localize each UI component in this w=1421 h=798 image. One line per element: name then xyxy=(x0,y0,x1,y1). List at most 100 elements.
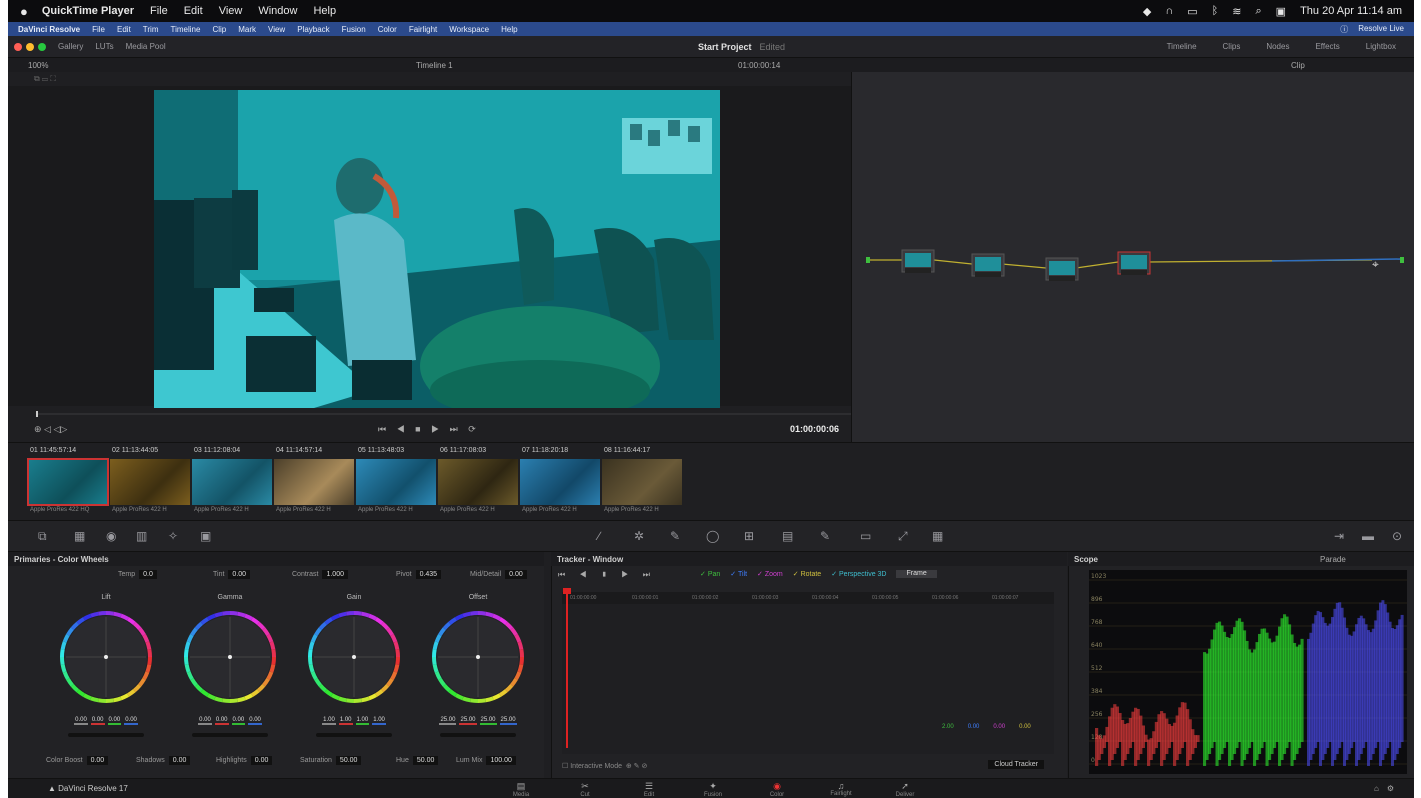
gamma-values[interactable]: 0.00 0.00 0.00 0.00 xyxy=(168,717,292,725)
pan-checkbox[interactable]: ✓ Pan xyxy=(700,570,720,578)
luts-button[interactable]: LUTs xyxy=(95,42,113,51)
interactive-mode-toggle[interactable]: ☐ Interactive Mode ⊕ ✎ ⊘ xyxy=(562,763,647,770)
close-window-button[interactable] xyxy=(14,42,22,51)
clip-thumbnail[interactable]: 06 11:17:08:03 Apple ProRes 422 H xyxy=(438,443,520,521)
playback-buttons[interactable]: ⏮ ◀ ■ ▶ ⏭ ⟳ xyxy=(378,424,480,435)
resolve-menu-view[interactable]: View xyxy=(268,25,285,34)
clip-thumbnail[interactable]: 08 11:16:44:17 Apple ProRes 422 H xyxy=(602,443,684,521)
info-icon[interactable]: ⓘ xyxy=(1340,24,1348,35)
display-icon[interactable]: ▭ xyxy=(1187,5,1197,18)
magic-mask-icon[interactable]: ▤ xyxy=(782,529,793,543)
gain-master-slider[interactable] xyxy=(316,733,392,737)
rotate-checkbox[interactable]: ✓ Rotate xyxy=(793,570,821,578)
resolve-menu-clip[interactable]: Clip xyxy=(212,25,226,34)
tracker-transport[interactable]: ⏮ ◀ ▮ ▶ ⏭ xyxy=(558,570,656,580)
tracker-graph[interactable] xyxy=(562,604,1054,754)
headphones-icon[interactable]: ∩ xyxy=(1165,5,1173,17)
control-center-icon[interactable]: ▣ xyxy=(1276,5,1286,18)
viewer-zoom[interactable]: 100% xyxy=(28,61,48,70)
lift-values[interactable]: 0.00 0.00 0.00 0.00 xyxy=(44,717,168,725)
blur-icon[interactable]: ✎ xyxy=(820,529,830,543)
clip-thumbnail[interactable]: 03 11:12:08:04 Apple ProRes 422 H xyxy=(192,443,274,521)
page-tab-edit[interactable]: ☰ Edit xyxy=(634,781,664,798)
nodes-button[interactable]: Nodes xyxy=(1266,42,1289,51)
clip-image[interactable] xyxy=(27,458,109,506)
clip-image[interactable] xyxy=(602,459,682,505)
spotlight-search-icon[interactable]: ⌕ xyxy=(1256,5,1262,18)
color-match-icon[interactable]: ▦ xyxy=(74,529,85,543)
page-tab-deliver[interactable]: ➚ Deliver xyxy=(890,781,920,798)
curves-icon[interactable]: ∕ xyxy=(598,529,600,543)
gain-wheel[interactable] xyxy=(292,607,416,709)
media-pool-button[interactable]: Media Pool xyxy=(126,42,166,51)
resolve-menu-color[interactable]: Color xyxy=(378,25,397,34)
clip-image[interactable] xyxy=(110,459,190,505)
gallery-button[interactable]: Gallery xyxy=(58,42,83,51)
color-boost-field[interactable]: Color Boost 0.00 xyxy=(46,756,109,765)
perspective-3d-checkbox[interactable]: ✓ Perspective 3D xyxy=(831,570,886,578)
clip-image[interactable] xyxy=(438,459,518,505)
offset-values[interactable]: 25.00 25.00 25.00 25.00 xyxy=(416,717,540,725)
clip-image[interactable] xyxy=(274,459,354,505)
app-menu-name[interactable]: QuickTime Player xyxy=(42,5,134,17)
clip-thumbnail[interactable]: 07 11:18:20:18 Apple ProRes 422 H xyxy=(520,443,602,521)
saturation-field[interactable]: Saturation 50.00 xyxy=(300,756,362,765)
metadata-icon[interactable]: ▬ xyxy=(1362,529,1374,543)
clip-thumbnail[interactable]: 04 11:14:57:14 Apple ProRes 422 H xyxy=(274,443,356,521)
camera-raw-icon[interactable]: ⧉ xyxy=(38,529,47,544)
cloud-tracker-select[interactable]: Cloud Tracker xyxy=(988,760,1044,769)
timeline-name[interactable]: Timeline 1 xyxy=(416,61,453,70)
page-tab-cut[interactable]: ✂ Cut xyxy=(570,781,600,798)
apple-icon[interactable]: ● xyxy=(20,4,28,19)
timeline-button[interactable]: Timeline xyxy=(1167,42,1197,51)
lum-mix-field[interactable]: Lum Mix 100.00 xyxy=(456,756,516,765)
page-tab-fusion[interactable]: ✦ Fusion xyxy=(698,781,728,798)
clip-thumbnail[interactable]: 05 11:13:48:03 Apple ProRes 422 H xyxy=(356,443,438,521)
effects-button[interactable]: Effects xyxy=(1315,42,1339,51)
resolve-menu-timeline[interactable]: Timeline xyxy=(171,25,201,34)
resolve-menu-trim[interactable]: Trim xyxy=(143,25,159,34)
clips-button[interactable]: Clips xyxy=(1223,42,1241,51)
gamma-master-slider[interactable] xyxy=(192,733,268,737)
frame-button[interactable]: Frame xyxy=(896,570,937,578)
contrast-field[interactable]: Contrast 1.000 xyxy=(292,570,348,579)
tracker-ruler[interactable]: 01:00:00:00 01:00:00:01 01:00:00:02 01:0… xyxy=(562,592,1054,604)
clip-image[interactable] xyxy=(520,459,600,505)
resolve-live-label[interactable]: Resolve Live xyxy=(1358,24,1404,35)
wifi-icon[interactable]: ≋ xyxy=(1232,5,1241,18)
sizing-icon[interactable]: ⤢ xyxy=(898,529,908,544)
zoom-checkbox[interactable]: ✓ Zoom xyxy=(757,570,783,578)
menu-edit[interactable]: Edit xyxy=(184,5,203,17)
info-panel-icon[interactable]: ⊙ xyxy=(1392,529,1402,543)
minimize-window-button[interactable] xyxy=(26,42,34,51)
resolve-menu-fairlight[interactable]: Fairlight xyxy=(409,25,437,34)
viewer-options-icon[interactable]: ⊕ ◁ ◁▷ xyxy=(34,424,67,435)
zoom-window-button[interactable] xyxy=(38,42,46,51)
color-wheels-icon[interactable]: ◉ xyxy=(106,529,116,543)
3d-icon[interactable]: ▦ xyxy=(932,529,943,543)
menu-window[interactable]: Window xyxy=(258,5,297,17)
resolve-menu-fusion[interactable]: Fusion xyxy=(342,25,366,34)
window-icon[interactable]: ◯ xyxy=(706,529,719,543)
resolve-menu-help[interactable]: Help xyxy=(501,25,517,34)
keyframes-icon[interactable]: ⇥ xyxy=(1334,529,1344,543)
dropbox-icon[interactable]: ◆ xyxy=(1143,5,1151,18)
resolve-menu-mark[interactable]: Mark xyxy=(238,25,256,34)
menu-help[interactable]: Help xyxy=(313,5,336,17)
tracker-icon[interactable]: ⊞ xyxy=(744,529,754,543)
lift-wheel[interactable] xyxy=(44,607,168,709)
clip-image[interactable] xyxy=(192,459,272,505)
tint-field[interactable]: Tint 0.00 xyxy=(213,570,251,579)
gain-values[interactable]: 1.00 1.00 1.00 1.00 xyxy=(292,717,416,725)
offset-master-slider[interactable] xyxy=(440,733,516,737)
key-icon[interactable]: ▭ xyxy=(860,529,871,543)
resolve-menu-workspace[interactable]: Workspace xyxy=(449,25,489,34)
highlights-field[interactable]: Highlights 0.00 xyxy=(216,756,273,765)
rgb-mixer-icon[interactable]: ▥ xyxy=(136,529,147,543)
pivot-field[interactable]: Pivot 0.435 xyxy=(396,570,442,579)
temp-field[interactable]: Temp 0.0 xyxy=(118,570,157,579)
lightbox-button[interactable]: Lightbox xyxy=(1366,42,1396,51)
resolve-menu-file[interactable]: File xyxy=(92,25,105,34)
bluetooth-icon[interactable]: ᛒ xyxy=(1212,5,1219,17)
hue-field[interactable]: Hue 50.00 xyxy=(396,756,439,765)
